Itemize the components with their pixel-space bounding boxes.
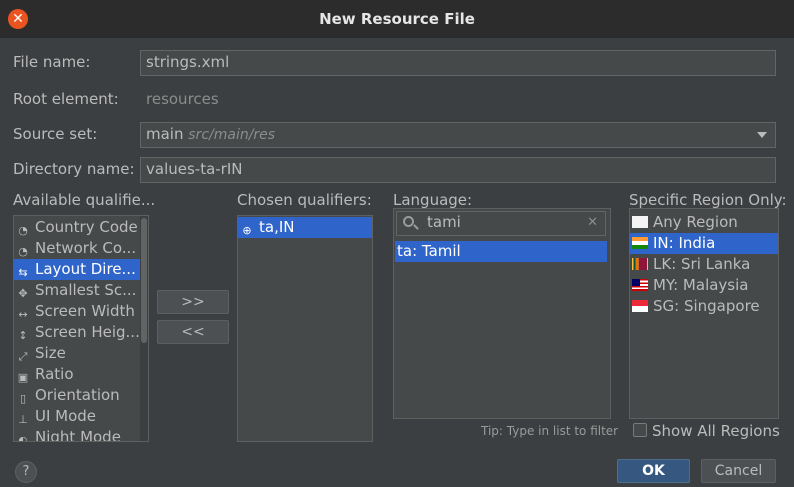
specific-region-header: Specific Region Only: (629, 191, 787, 209)
list-item-qualifier[interactable]: ▣ Ratio (14, 364, 148, 385)
list-item-qualifier[interactable]: ↔ Screen Width (14, 301, 148, 322)
list-item-qualifier[interactable]: ↕ Screen Heig... (14, 322, 148, 343)
smallest-screen-icon: ✥ (18, 287, 28, 300)
blank-flag-icon (632, 216, 648, 228)
singapore-flag-icon (632, 300, 648, 312)
india-flag-icon (632, 237, 648, 249)
night-mode-icon: ◐ (18, 434, 28, 442)
list-item-qualifier[interactable]: ◐ Night Mode (14, 427, 148, 442)
root-element-label: Root element: (13, 90, 119, 108)
file-name-label: File name: (13, 53, 91, 71)
add-qualifier-button[interactable]: >> (157, 290, 229, 314)
dialog-title: New Resource File (319, 10, 475, 28)
region-list[interactable]: Any Region IN: India LK: Sri Lanka MY: M… (629, 208, 779, 419)
list-item-ta-in[interactable]: ⊕ ta,IN (238, 217, 372, 238)
directory-name-label: Directory name: (13, 160, 135, 178)
size-icon: ⤢ (18, 350, 28, 363)
ui-mode-icon: ⊥ (18, 413, 28, 426)
globe-icon: ⊕ (242, 224, 252, 237)
language-search-input[interactable]: tami ✕ (396, 211, 606, 236)
source-set-hint: src/main/res (188, 127, 276, 143)
list-item-sri-lanka[interactable]: LK: Sri Lanka (630, 254, 778, 275)
source-set-label: Source set: (13, 125, 98, 143)
available-qualifiers-list[interactable]: ◔ Country Code ◔ Network Co... ⇆ Layout Dire.… (13, 215, 149, 442)
chevron-down-icon (757, 132, 767, 138)
show-all-regions-label: Show All Regions (652, 422, 780, 440)
list-item-qualifier[interactable]: ✥ Smallest Sc... (14, 280, 148, 301)
search-icon (403, 216, 414, 227)
language-list[interactable]: ta: Tamil (393, 208, 611, 419)
file-name-input[interactable]: strings.xml (140, 50, 776, 76)
directory-name-input[interactable]: values-ta-rIN (140, 157, 776, 183)
available-qualifiers-header: Available qualifie... (13, 191, 156, 209)
list-item-qualifier[interactable]: ◔ Network Co... (14, 238, 148, 259)
scrollbar[interactable] (140, 216, 148, 441)
show-all-regions-checkbox[interactable] (633, 423, 647, 437)
layout-direction-icon: ⇆ (18, 266, 28, 279)
list-item-qualifier[interactable]: ⤢ Size (14, 343, 148, 364)
list-item-qualifier[interactable]: ◔ Country Code (14, 217, 148, 238)
list-item-qualifier[interactable]: ⊥ UI Mode (14, 406, 148, 427)
source-set-dropdown[interactable]: main src/main/res (140, 122, 776, 148)
root-element-value: resources (146, 90, 219, 108)
malaysia-flag-icon (632, 279, 648, 291)
language-tip: Tip: Type in list to filter (481, 424, 619, 438)
list-item-india[interactable]: IN: India (630, 233, 778, 254)
list-item-qualifier[interactable]: ⇆ Layout Dire... (14, 259, 148, 280)
list-item-any-region[interactable]: Any Region (630, 212, 778, 233)
list-item-singapore[interactable]: SG: Singapore (630, 296, 778, 317)
country-code-icon: ◔ (18, 224, 28, 237)
screen-height-icon: ↕ (18, 329, 28, 342)
chosen-qualifiers-header: Chosen qualifiers: (237, 191, 372, 209)
help-button[interactable]: ? (15, 461, 37, 483)
clear-icon[interactable]: ✕ (587, 215, 598, 230)
sri-lanka-flag-icon (632, 258, 648, 270)
scrollbar-thumb[interactable] (141, 218, 147, 343)
orientation-icon: ▯ (19, 392, 27, 405)
screen-width-icon: ↔ (18, 308, 28, 321)
network-code-icon: ◔ (18, 245, 28, 258)
list-item-qualifier[interactable]: ▯ Orientation (14, 385, 148, 406)
cancel-button[interactable]: Cancel (701, 459, 776, 483)
list-item-tamil[interactable]: ta: Tamil (395, 241, 607, 262)
ok-button[interactable]: OK (617, 459, 690, 483)
source-set-value: main (146, 125, 184, 143)
remove-qualifier-button[interactable]: << (157, 320, 229, 344)
ratio-icon: ▣ (17, 371, 29, 384)
list-item-malaysia[interactable]: MY: Malaysia (630, 275, 778, 296)
chosen-qualifiers-list[interactable]: ⊕ ta,IN (237, 215, 373, 442)
language-search-value: tami (427, 213, 461, 231)
title-bar: ✕ New Resource File (0, 0, 794, 38)
language-header: Language: (393, 191, 473, 209)
